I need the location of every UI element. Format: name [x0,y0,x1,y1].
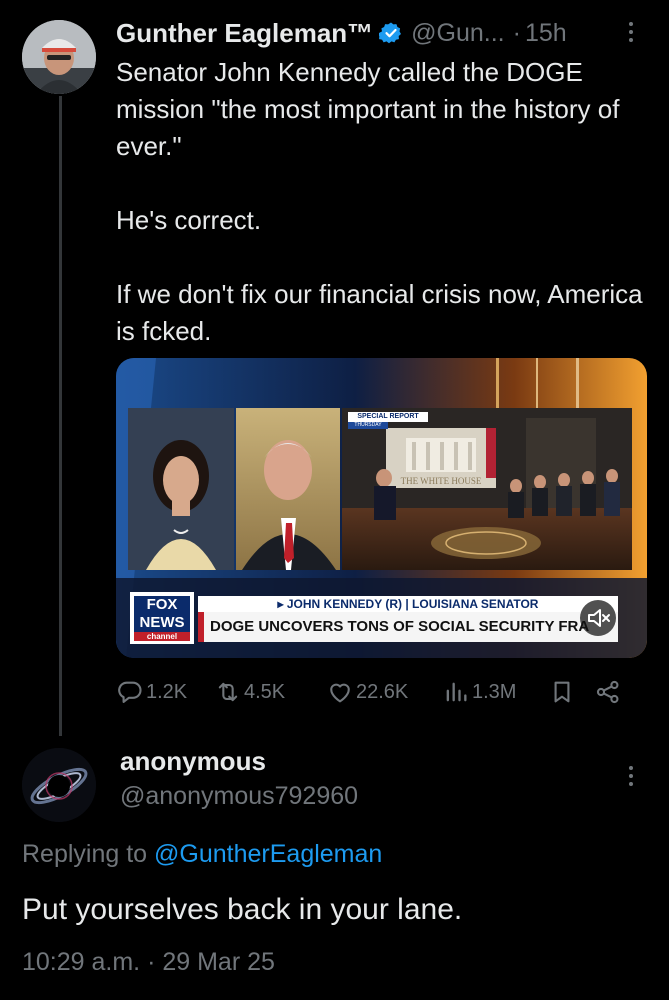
reply-author-name[interactable]: anonymous [120,746,266,777]
reply-timestamp[interactable]: 10:29 a.m. · 29 Mar 25 [22,948,275,977]
views-bar-chart-icon [446,682,467,702]
tweet-body: Senator John Kennedy called the DOGE mis… [116,54,646,350]
black-hole-avatar-icon [22,748,96,822]
author-name[interactable]: Gunther Eagleman™ [116,18,373,49]
like-count: 22.6K [356,680,409,703]
lower-third-name: ▸ JOHN KENNEDY (R) | LOUISIANA SENATOR [277,597,539,611]
tweet-time[interactable]: 15h [525,19,567,48]
share-icon [596,680,619,704]
special-report-label: SPECIAL REPORT [357,413,419,420]
views-count: 1.3M [472,680,517,703]
reply-icon [118,681,142,703]
fox-logo-line1: FOX [146,596,178,613]
reply-author-handle[interactable]: @anonymous792960 [120,782,358,811]
bookmark-button[interactable] [548,678,594,706]
replying-to-link[interactable]: @GuntherEagleman [154,840,382,868]
heart-icon [330,683,350,703]
tweet-paragraph: If we don't fix our financial crisis now… [116,279,643,346]
reply-text: Put yourselves back in your lane. [22,893,463,926]
bookmark-icon [554,681,570,703]
more-options-icon[interactable] [620,18,642,52]
repost-icon [218,682,238,702]
replying-to-line: Replying to @GuntherEagleman [22,840,382,869]
separator-dot: · [512,18,521,47]
backdrop-text: THE WHITE HOUSE [400,476,482,486]
share-button[interactable] [594,678,634,706]
avatar-photo [22,20,96,94]
replying-prefix: Replying to [22,840,155,868]
tweet-paragraph: He's correct. [116,205,262,235]
tweet-video[interactable]: FOX NEWS channel SPECIAL REPORT THURSDAY… [116,358,647,658]
views-button[interactable]: 1.3M [442,678,548,706]
thread-connector-line [59,96,62,736]
like-button[interactable]: 22.6K [326,678,442,706]
fox-logo-line2: NEWS [139,614,185,631]
author-handle[interactable]: @Gun... [411,19,504,48]
author-avatar[interactable] [22,20,96,94]
fox-logo-line3: channel [146,632,178,641]
repost-count: 4.5K [244,680,286,703]
repost-button[interactable]: 4.5K [214,678,326,706]
reply-count: 1.2K [146,680,188,703]
tweet-header: Gunther Eagleman™ @Gun... · 15h [116,14,646,52]
tweet-paragraph: Senator John Kennedy called the DOGE mis… [116,57,620,161]
lower-third-headline: DOGE UNCOVERS TONS OF SOCIAL SECURITY FR… [210,618,590,635]
reply-author-avatar[interactable] [22,748,96,822]
special-report-day: THURSDAY [354,422,382,428]
tweet-actions-bar: 1.2K 4.5K 22.6K 1.3M [116,674,636,710]
reply-button[interactable]: 1.2K [116,678,214,706]
verified-badge-icon [377,21,403,45]
fox-logo: FOX NEWS channel [134,596,190,641]
mute-icon[interactable] [582,602,614,634]
reply-more-options-icon[interactable] [620,762,642,796]
